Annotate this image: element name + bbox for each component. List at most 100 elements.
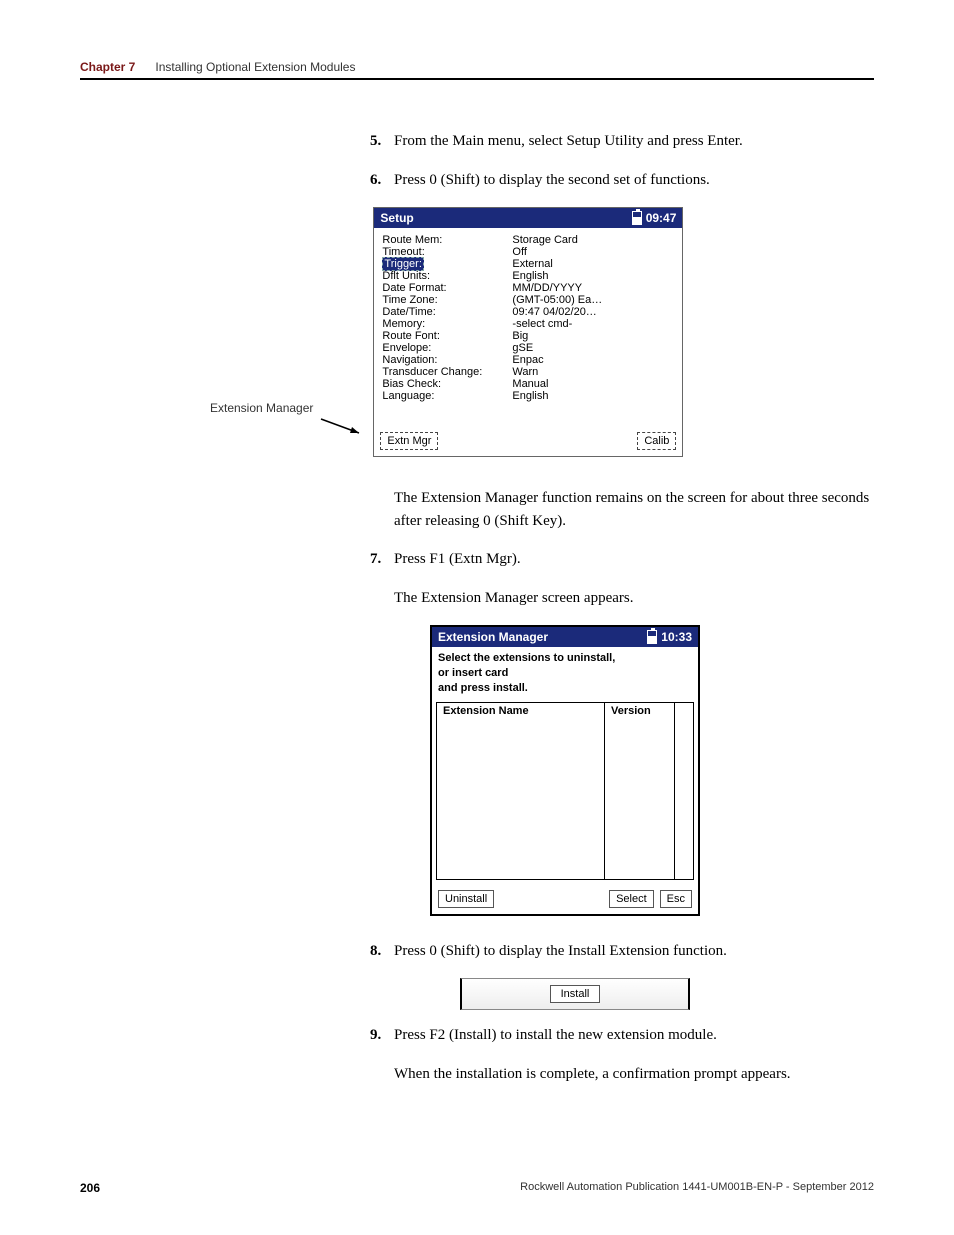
setup-row: Language:English <box>382 390 674 402</box>
setup-row: Timeout:Off <box>382 246 674 258</box>
softkey-uninstall[interactable]: Uninstall <box>438 890 494 908</box>
figure-setup: Extension Manager Setup 09:47 Route Mem:… <box>210 207 874 457</box>
softkey-calib[interactable]: Calib <box>637 432 676 450</box>
setup-key: Trigger: <box>382 258 512 270</box>
device-instructions: Select the extensions to uninstall, or i… <box>432 647 698 702</box>
device-title: Extension Manager <box>438 630 548 644</box>
step-number: 6. <box>370 169 388 192</box>
step-text: Press 0 (Shift) to display the second se… <box>394 169 710 192</box>
setup-key: Dflt Units: <box>382 270 512 282</box>
col-scroll <box>675 703 693 719</box>
paragraph: The Extension Manager screen appears. <box>394 587 874 610</box>
arrow-icon <box>319 415 367 439</box>
chapter-label: Chapter 7 <box>80 60 135 74</box>
setup-value: Warn <box>512 366 674 378</box>
setup-row: Bias Check:Manual <box>382 378 674 390</box>
table-body <box>437 719 693 879</box>
instruction-line: or insert card <box>438 666 692 681</box>
paragraph: When the installation is complete, a con… <box>394 1063 874 1086</box>
setup-value: External <box>512 258 674 270</box>
step-number: 8. <box>370 940 388 963</box>
setup-value: Manual <box>512 378 674 390</box>
softkey-extn-mgr[interactable]: Extn Mgr <box>380 432 438 450</box>
publication-info: Rockwell Automation Publication 1441-UM0… <box>520 1181 874 1195</box>
battery-icon <box>632 211 642 225</box>
setup-row: Transducer Change:Warn <box>382 366 674 378</box>
device-extension-manager: Extension Manager 10:33 Select the exten… <box>430 625 700 916</box>
softkey-install[interactable]: Install <box>550 985 601 1003</box>
setup-value: MM/DD/YYYY <box>512 282 674 294</box>
setup-row: Navigation:Enpac <box>382 354 674 366</box>
instruction-line: and press install. <box>438 681 692 696</box>
setup-row: Trigger: External <box>382 258 674 270</box>
device-time: 10:33 <box>661 630 692 644</box>
page-header: Chapter 7 Installing Optional Extension … <box>80 60 874 80</box>
callout-label: Extension Manager <box>210 401 313 415</box>
step-text: From the Main menu, select Setup Utility… <box>394 130 743 153</box>
setup-value: (GMT-05:00) Ea… <box>512 294 674 306</box>
instruction-line: Select the extensions to uninstall, <box>438 651 692 666</box>
extension-table: Extension Name Version <box>436 702 694 880</box>
chapter-title: Installing Optional Extension Modules <box>155 60 355 74</box>
setup-key: Date/Time: <box>382 306 512 318</box>
setup-value: gSE <box>512 342 674 354</box>
setup-row: Envelope:gSE <box>382 342 674 354</box>
status-area: 09:47 <box>632 211 677 225</box>
device-time: 09:47 <box>646 211 677 225</box>
selected-item[interactable]: Trigger: <box>382 257 424 271</box>
softkey-select[interactable]: Select <box>609 890 654 908</box>
setup-key: Route Font: <box>382 330 512 342</box>
softkey-esc[interactable]: Esc <box>660 890 692 908</box>
step-number: 7. <box>370 548 388 571</box>
step-number: 5. <box>370 130 388 153</box>
step-text: Press F2 (Install) to install the new ex… <box>394 1024 717 1047</box>
setup-key: Route Mem: <box>382 234 512 246</box>
setup-value: English <box>512 270 674 282</box>
setup-row: Route Mem:Storage Card <box>382 234 674 246</box>
setup-key: Date Format: <box>382 282 512 294</box>
setup-key: Transducer Change: <box>382 366 512 378</box>
setup-value: Storage Card <box>512 234 674 246</box>
status-area: 10:33 <box>647 630 692 644</box>
setup-key: Envelope: <box>382 342 512 354</box>
device-title: Setup <box>380 211 413 225</box>
device-setup: Setup 09:47 Route Mem:Storage CardTimeou… <box>373 207 683 457</box>
setup-row: Memory:-select cmd- <box>382 318 674 330</box>
page-number: 206 <box>80 1181 100 1195</box>
install-snippet: Install <box>460 978 690 1010</box>
paragraph: The Extension Manager function remains o… <box>394 487 874 532</box>
device-titlebar: Extension Manager 10:33 <box>432 627 698 647</box>
battery-icon <box>647 630 657 644</box>
setup-row: Time Zone:(GMT-05:00) Ea… <box>382 294 674 306</box>
setup-key: Time Zone: <box>382 294 512 306</box>
device-titlebar: Setup 09:47 <box>374 208 682 228</box>
setup-key: Memory: <box>382 318 512 330</box>
device-body: Route Mem:Storage CardTimeout:OffTrigger… <box>374 228 682 406</box>
step-text: Press F1 (Extn Mgr). <box>394 548 521 571</box>
setup-key: Navigation: <box>382 354 512 366</box>
step-text: Press 0 (Shift) to display the Install E… <box>394 940 727 963</box>
step-9: 9. Press F2 (Install) to install the new… <box>370 1024 874 1047</box>
setup-row: Date Format:MM/DD/YYYY <box>382 282 674 294</box>
table-header: Extension Name Version <box>437 703 693 719</box>
setup-value: Off <box>512 246 674 258</box>
step-5: 5. From the Main menu, select Setup Util… <box>370 130 874 153</box>
setup-row: Date/Time:09:47 04/02/20… <box>382 306 674 318</box>
col-extension-name: Extension Name <box>437 703 605 719</box>
step-6: 6. Press 0 (Shift) to display the second… <box>370 169 874 192</box>
setup-value: Enpac <box>512 354 674 366</box>
setup-key: Bias Check: <box>382 378 512 390</box>
setup-row: Dflt Units:English <box>382 270 674 282</box>
setup-value: English <box>512 390 674 402</box>
setup-value: -select cmd- <box>512 318 674 330</box>
figure-extension-manager: Extension Manager 10:33 Select the exten… <box>430 625 874 916</box>
setup-value: 09:47 04/02/20… <box>512 306 674 318</box>
col-version: Version <box>605 703 675 719</box>
page-footer: 206 Rockwell Automation Publication 1441… <box>80 1181 874 1195</box>
step-number: 9. <box>370 1024 388 1047</box>
step-8: 8. Press 0 (Shift) to display the Instal… <box>370 940 874 963</box>
figure-install: Install <box>460 978 874 1010</box>
step-7: 7. Press F1 (Extn Mgr). <box>370 548 874 571</box>
device-footer: Uninstall Select Esc <box>432 880 698 914</box>
setup-key: Language: <box>382 390 512 402</box>
